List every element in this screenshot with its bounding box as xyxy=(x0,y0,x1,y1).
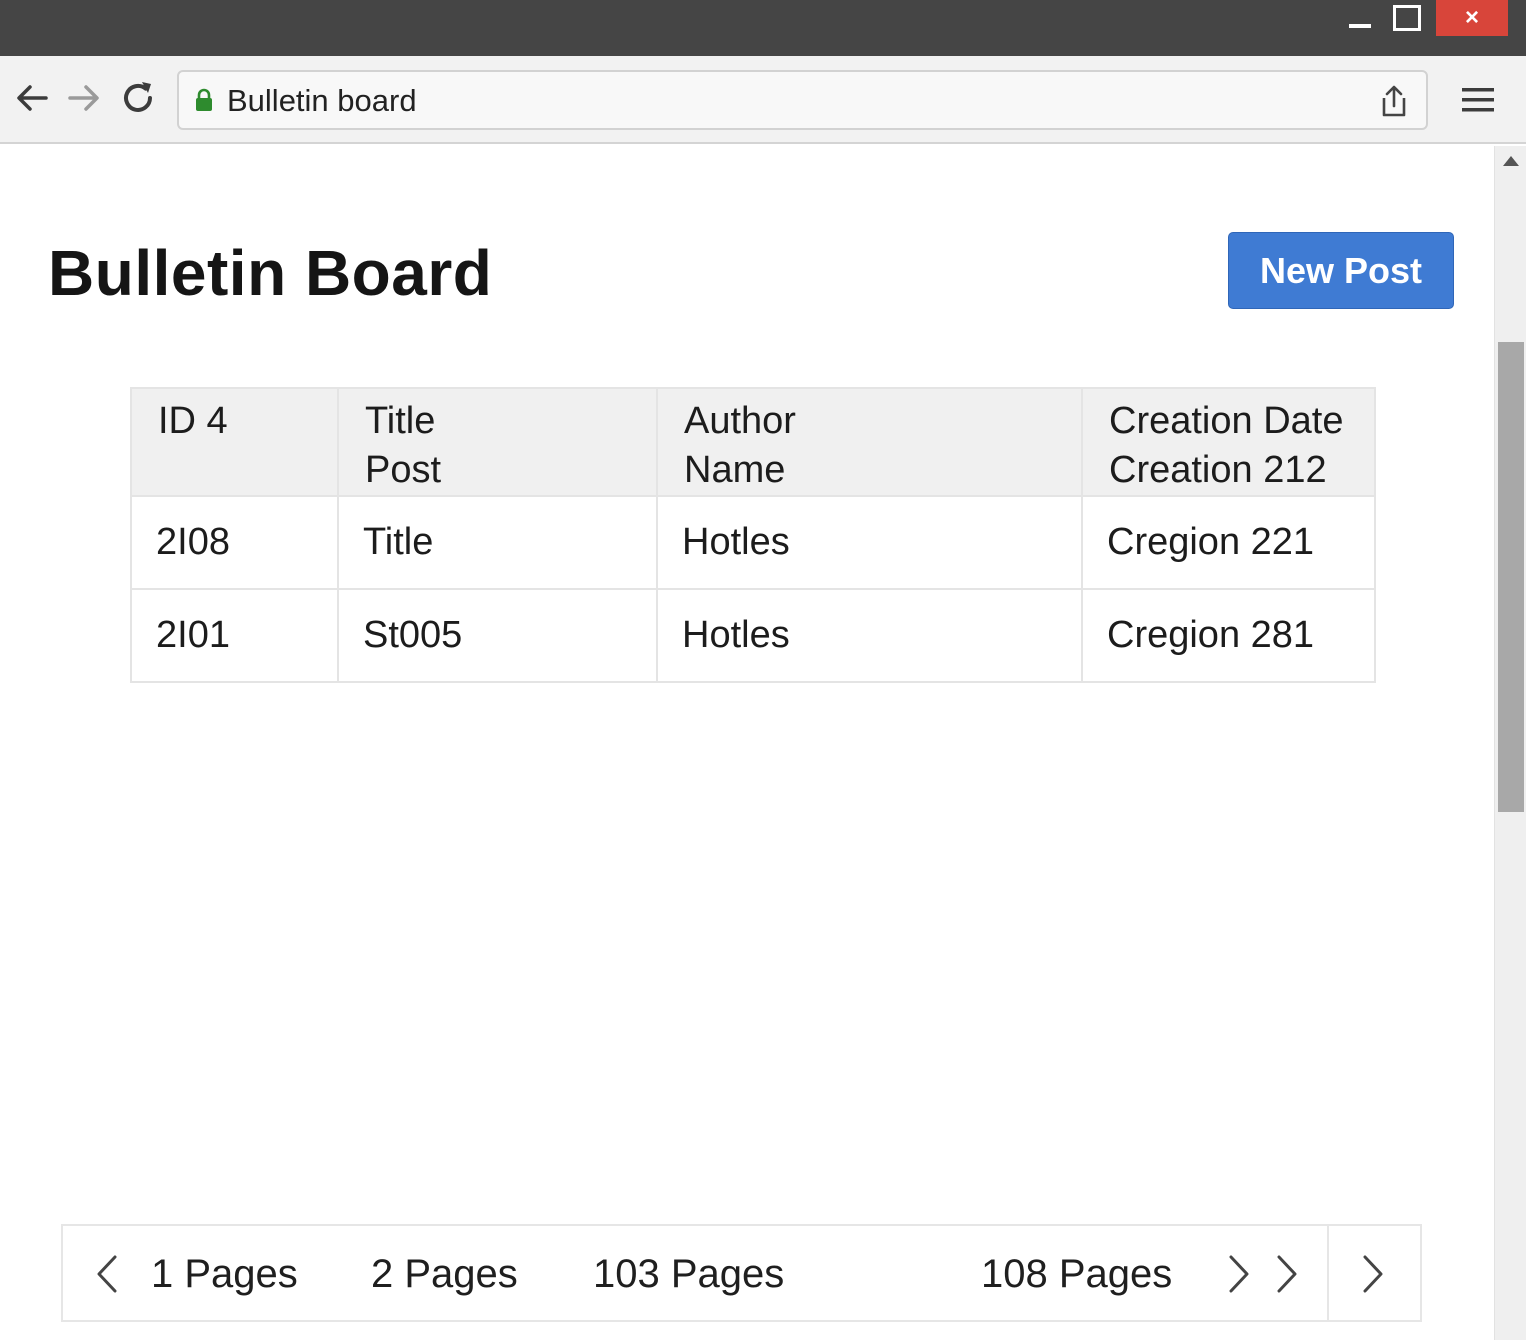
page-link-2[interactable]: 2 Pages xyxy=(371,1250,518,1298)
page-link-103[interactable]: 103 Pages xyxy=(593,1250,784,1298)
address-text: Bulletin board xyxy=(227,83,417,118)
close-icon: × xyxy=(1464,4,1479,31)
header-label: Title xyxy=(365,400,436,442)
cell-creation-date: Cregion 281 xyxy=(1081,588,1376,683)
cell-id: 2I01 xyxy=(130,588,339,683)
pagination-divider xyxy=(1327,1226,1329,1320)
minimize-button[interactable] xyxy=(1335,0,1385,36)
scroll-up-arrow-icon[interactable] xyxy=(1503,156,1519,166)
share-icon xyxy=(1382,85,1406,117)
header-label: Creation 212 xyxy=(1109,449,1327,491)
hamburger-menu-icon xyxy=(1462,88,1494,112)
maximize-button[interactable] xyxy=(1382,0,1432,36)
forward-button[interactable] xyxy=(62,76,106,120)
cell-title[interactable]: St005 xyxy=(337,588,658,683)
header-label: Name xyxy=(684,449,786,491)
previous-page-button[interactable] xyxy=(93,1254,121,1294)
column-header-id[interactable]: ID 4 xyxy=(130,387,339,497)
page-link-108[interactable]: 108 Pages xyxy=(981,1250,1172,1298)
cell-author: Hotles xyxy=(656,588,1083,683)
table-row[interactable]: 2I08 Title Hotles Cregion 221 xyxy=(130,495,1376,590)
new-post-button[interactable]: New Post xyxy=(1228,232,1454,309)
cell-author: Hotles xyxy=(656,495,1083,590)
column-header-title[interactable]: Title Post xyxy=(337,387,658,497)
pagination: 1 Pages 2 Pages 103 Pages 108 Pages xyxy=(61,1224,1422,1322)
table-row[interactable]: 2I01 St005 Hotles Cregion 281 xyxy=(130,588,1376,683)
header-label: Creation Date xyxy=(1109,400,1344,442)
header-label: Post xyxy=(365,449,442,491)
chevron-left-icon xyxy=(97,1255,117,1293)
window-titlebar: × xyxy=(0,0,1526,56)
reload-button[interactable] xyxy=(116,76,160,120)
back-button[interactable] xyxy=(10,76,54,120)
last-page-button[interactable] xyxy=(1359,1254,1387,1294)
table-header-row: ID 4 Title Post Author Name Creation Dat… xyxy=(130,387,1376,497)
page-title: Bulletin Board xyxy=(48,237,493,309)
close-button[interactable]: × xyxy=(1436,0,1508,36)
scroll-thumb[interactable] xyxy=(1498,342,1524,812)
header-label: ID 4 xyxy=(158,400,228,442)
lock-icon xyxy=(196,88,212,111)
next-page-button[interactable] xyxy=(1225,1254,1253,1294)
address-bar[interactable]: Bulletin board xyxy=(177,70,1428,130)
header-label: Author xyxy=(684,400,796,442)
arrow-right-icon xyxy=(68,85,99,111)
chevron-right-icon xyxy=(1277,1255,1297,1293)
browser-toolbar: Bulletin board xyxy=(0,56,1526,144)
cell-id: 2I08 xyxy=(130,495,339,590)
column-header-creation-date[interactable]: Creation Date Creation 212 xyxy=(1081,387,1376,497)
vertical-scrollbar[interactable] xyxy=(1494,146,1526,1340)
page-link-1[interactable]: 1 Pages xyxy=(151,1250,298,1298)
next-page-button-2[interactable] xyxy=(1273,1254,1301,1294)
chevron-right-icon xyxy=(1363,1255,1383,1293)
posts-table: ID 4 Title Post Author Name Creation Dat… xyxy=(130,387,1376,683)
chevron-right-icon xyxy=(1229,1255,1249,1293)
column-header-author[interactable]: Author Name xyxy=(656,387,1083,497)
share-button[interactable] xyxy=(1376,82,1412,120)
menu-button[interactable] xyxy=(1456,80,1500,120)
reload-icon xyxy=(124,82,152,112)
cell-creation-date: Cregion 221 xyxy=(1081,495,1376,590)
arrow-left-icon xyxy=(17,85,48,111)
cell-title[interactable]: Title xyxy=(337,495,658,590)
